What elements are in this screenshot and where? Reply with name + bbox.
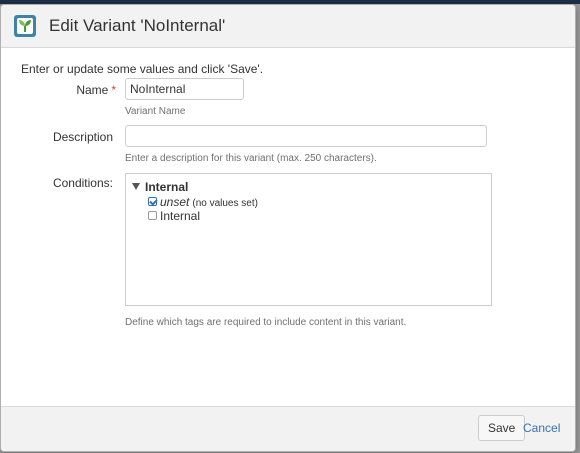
condition-option-label: Internal	[160, 209, 201, 223]
save-button[interactable]: Save	[478, 415, 526, 441]
name-input[interactable]	[125, 78, 244, 100]
condition-option-note: (no values set)	[192, 198, 258, 209]
description-input[interactable]	[125, 125, 487, 147]
name-help-text: Variant Name	[125, 106, 186, 117]
description-label: Description	[52, 130, 113, 144]
required-marker: *	[111, 83, 116, 97]
condition-option-unset[interactable]: unset (no values set)	[148, 195, 258, 209]
edit-variant-dialog: Edit Variant 'NoInternal' Enter or updat…	[0, 4, 576, 452]
conditions-help-text: Define which tags are required to includ…	[125, 317, 407, 328]
conditions-label: Conditions:	[52, 176, 113, 190]
tree-node-internal[interactable]: Internal	[132, 180, 188, 194]
checkbox-unchecked[interactable]	[148, 211, 157, 221]
cancel-link[interactable]: Cancel	[523, 421, 560, 435]
plant-logo-icon	[14, 15, 36, 37]
condition-option-internal[interactable]: Internal	[148, 209, 200, 223]
name-label-text: Name	[76, 83, 109, 97]
dialog-header: Edit Variant 'NoInternal'	[1, 5, 575, 48]
conditions-tree: Internal unset (no values set) Internal	[125, 173, 492, 306]
description-help-text: Enter a description for this variant (ma…	[125, 153, 377, 164]
tree-node-label: Internal	[145, 180, 189, 194]
expand-arrow-icon[interactable]	[132, 183, 140, 191]
dialog-title: Edit Variant 'NoInternal'	[49, 16, 226, 35]
name-label: Name *	[61, 83, 116, 97]
dialog-footer: Save Cancel	[1, 406, 575, 451]
condition-option-label: unset	[160, 195, 190, 209]
checkbox-checked[interactable]	[148, 197, 157, 207]
dialog-intro-text: Enter or update some values and click 'S…	[21, 62, 264, 76]
